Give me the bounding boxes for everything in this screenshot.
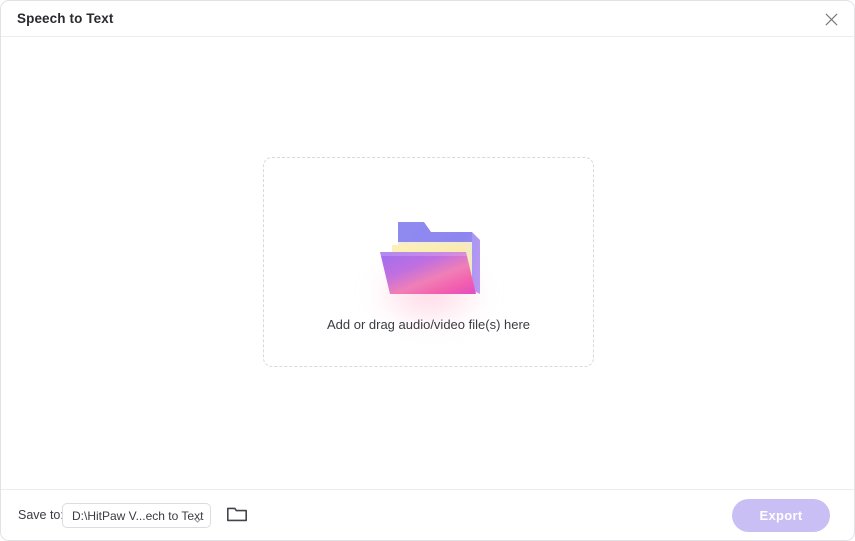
export-button[interactable]: Export — [732, 499, 830, 532]
folder-upload-icon-graphic — [379, 222, 480, 294]
browse-folder-button[interactable] — [225, 502, 249, 526]
dropzone-hint-text: Add or drag audio/video file(s) here — [326, 317, 531, 332]
file-dropzone[interactable]: Add or drag audio/video file(s) here — [263, 157, 594, 367]
close-icon — [825, 13, 838, 26]
footer-bar: Save to: D:\HitPaw V...ech to Text Expor… — [1, 489, 854, 540]
page-title: Speech to Text — [17, 11, 114, 26]
save-to-label: Save to: — [18, 508, 64, 522]
title-bar: Speech to Text — [1, 1, 854, 37]
main-content: Add or drag audio/video file(s) here — [1, 38, 854, 490]
save-path-select[interactable]: D:\HitPaw V...ech to Text — [62, 503, 211, 528]
chevron-down-icon — [193, 512, 202, 523]
folder-upload-icon — [354, 202, 504, 330]
close-button[interactable] — [819, 7, 843, 31]
save-path-value: D:\HitPaw V...ech to Text — [72, 509, 204, 523]
folder-icon — [225, 507, 249, 530]
speech-to-text-dialog: Speech to Text Add or drag audio/video f… — [0, 0, 855, 541]
